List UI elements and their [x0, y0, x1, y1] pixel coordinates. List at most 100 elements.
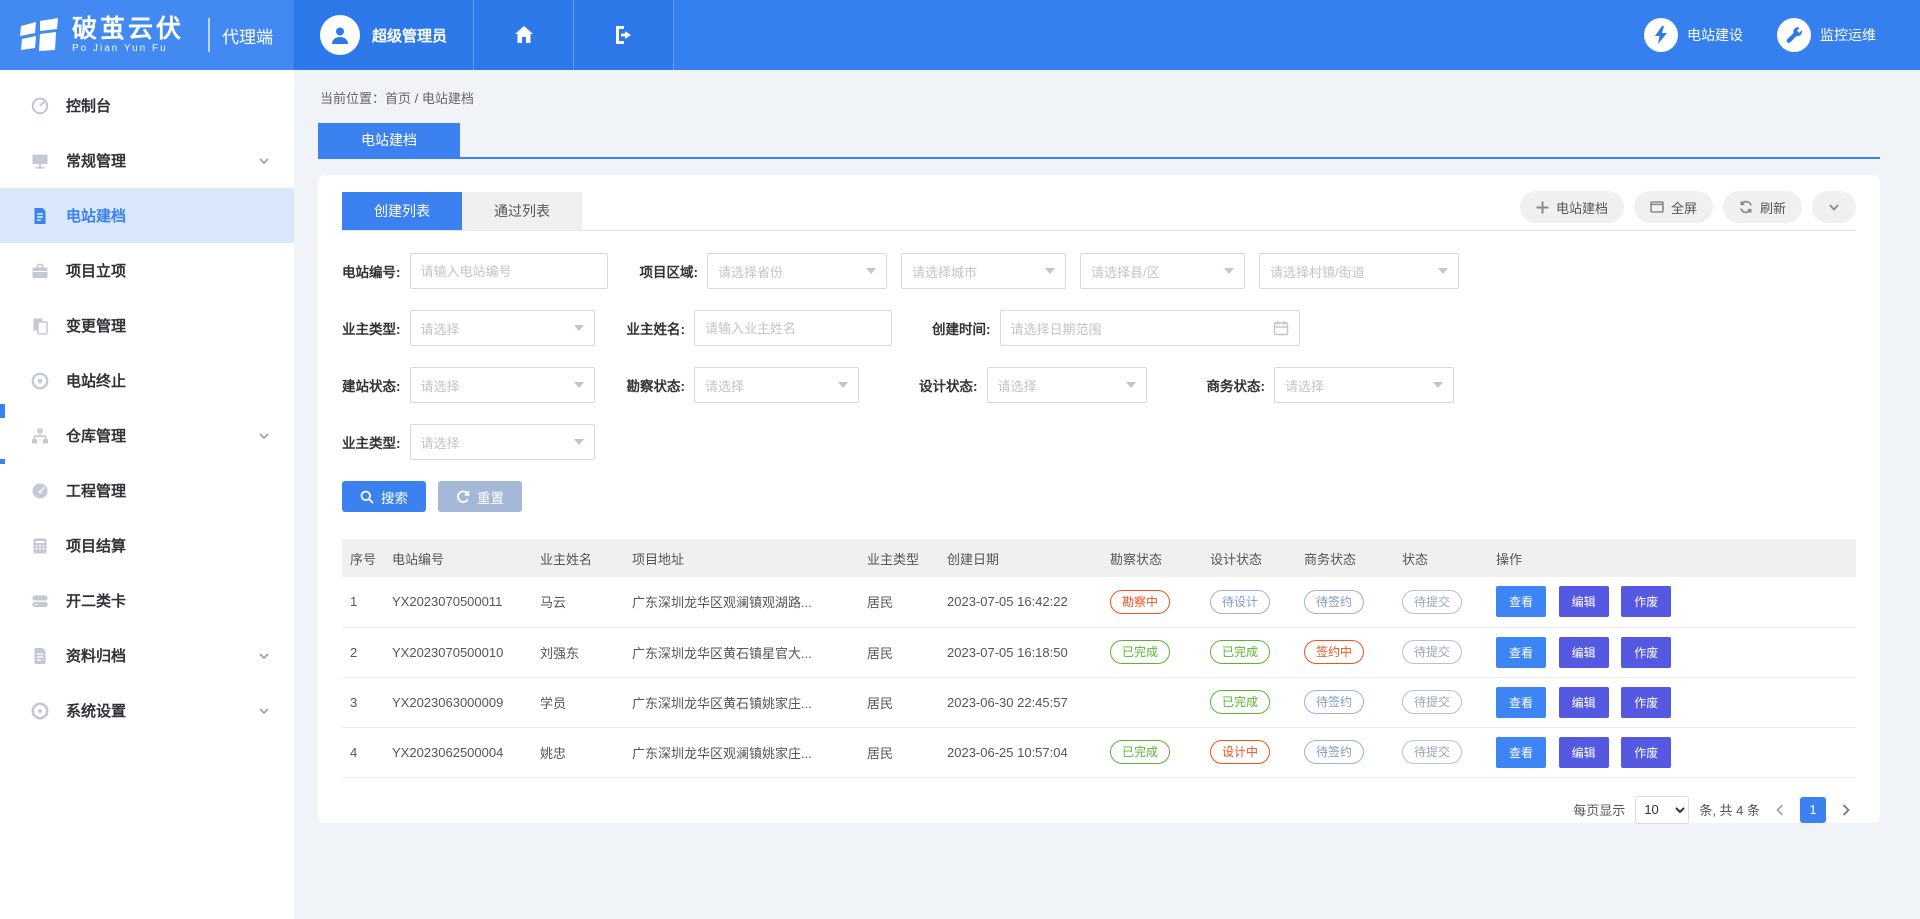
date-range-placeholder: 请选择日期范围 — [1011, 319, 1102, 338]
search-button[interactable]: 搜索 — [342, 481, 426, 512]
build-status-select[interactable]: 请选择 — [410, 367, 595, 403]
sidebar-item-label: 项目立项 — [66, 260, 126, 281]
cell-owner: 姚忠 — [532, 727, 624, 777]
sidebar-item-station-archive[interactable]: 电站建档 — [0, 188, 294, 243]
logout-button[interactable] — [574, 0, 674, 70]
collapse-button[interactable] — [1812, 191, 1856, 223]
survey-status-badge: 勘察中 — [1110, 590, 1170, 614]
reset-button[interactable]: 重置 — [438, 481, 522, 512]
sidebar-scrollbar[interactable] — [0, 404, 5, 418]
sidebar-item-project-settlement[interactable]: 项目结算 — [0, 518, 294, 573]
street-select[interactable]: 请选择村镇/街道 — [1259, 253, 1459, 289]
station-code-input[interactable] — [410, 253, 608, 289]
sidebar-item-engineering-mgmt[interactable]: 工程管理 — [0, 463, 294, 518]
user-icon — [328, 23, 352, 47]
cell-no: 4 — [342, 727, 384, 777]
dashboard-icon — [30, 96, 50, 116]
edit-button[interactable]: 编辑 — [1559, 637, 1609, 668]
district-select[interactable]: 请选择县/区 — [1080, 253, 1245, 289]
sidebar-item-project-initiation[interactable]: 项目立项 — [0, 243, 294, 298]
sidebar-item-label: 仓库管理 — [66, 425, 126, 446]
view-button[interactable]: 查看 — [1496, 586, 1546, 617]
cell-type: 居民 — [859, 577, 939, 627]
view-button[interactable]: 查看 — [1496, 687, 1546, 718]
sidebar-item-console[interactable]: 控制台 — [0, 78, 294, 133]
col-design: 设计状态 — [1202, 539, 1296, 577]
sidebar-item-warehouse-mgmt[interactable]: 仓库管理 — [0, 408, 294, 463]
table-row: 4 YX2023062500004 姚忠 广东深圳龙华区观澜镇姚家庄... 居民… — [342, 727, 1856, 777]
view-button[interactable]: 查看 — [1496, 637, 1546, 668]
select-caret-icon — [574, 382, 584, 388]
cell-created: 2023-06-25 10:57:04 — [939, 727, 1102, 777]
sidebar-item-change-mgmt[interactable]: 变更管理 — [0, 298, 294, 353]
void-button[interactable]: 作废 — [1621, 737, 1671, 768]
business-status-select[interactable]: 请选择 — [1274, 367, 1454, 403]
filter-form: 电站编号: 项目区域: 请选择省份 请选择城市 请选择县/区 请选择村镇/街道 — [342, 253, 1856, 512]
owner-type2-placeholder: 请选择 — [421, 433, 460, 452]
cell-code: YX2023063000009 — [384, 677, 532, 727]
calendar-icon — [1273, 320, 1289, 336]
total-label: 条, 共 4 条 — [1699, 800, 1760, 819]
business-status-badge: 待签约 — [1304, 740, 1364, 764]
view-button[interactable]: 查看 — [1496, 737, 1546, 768]
nav-monitor-ops[interactable]: 监控运维 — [1777, 18, 1876, 52]
date-range-input[interactable]: 请选择日期范围 — [1000, 310, 1300, 346]
province-select[interactable]: 请选择省份 — [707, 253, 887, 289]
edit-button[interactable]: 编辑 — [1559, 586, 1609, 617]
col-status: 状态 — [1394, 539, 1488, 577]
owner-type-select[interactable]: 请选择 — [410, 310, 595, 346]
lightning-icon — [1644, 18, 1678, 52]
plus-icon — [1536, 201, 1549, 214]
city-select[interactable]: 请选择城市 — [901, 253, 1066, 289]
sidebar-item-data-archive[interactable]: 资料归档 — [0, 628, 294, 683]
refresh-icon — [1739, 200, 1753, 214]
page-number[interactable]: 1 — [1800, 797, 1826, 823]
design-status-badge: 待设计 — [1210, 590, 1270, 614]
edit-button[interactable]: 编辑 — [1559, 737, 1609, 768]
user-menu[interactable]: 超级管理员 — [294, 0, 474, 70]
filter-actions: 搜索 重置 — [342, 481, 1856, 512]
breadcrumb: 当前位置：首页 / 电站建档 — [320, 88, 1880, 107]
owner-name-label: 业主姓名: — [627, 318, 686, 338]
sidebar-item-open-card[interactable]: 开二类卡 — [0, 573, 294, 628]
sidebar-item-system-settings[interactable]: 系统设置 — [0, 683, 294, 738]
fullscreen-button[interactable]: 全屏 — [1634, 191, 1713, 223]
page-tab-station-archive[interactable]: 电站建档 — [318, 123, 460, 157]
page-size-select[interactable]: 10 — [1635, 796, 1689, 824]
sidebar-item-station-terminate[interactable]: 电站终止 — [0, 353, 294, 408]
card-toolbar: 电站建档 全屏 刷新 — [1520, 191, 1856, 230]
prev-page-button[interactable] — [1770, 803, 1790, 817]
breadcrumb-path[interactable]: 首页 / 电站建档 — [385, 91, 474, 106]
tab-passed-list[interactable]: 通过列表 — [462, 192, 582, 230]
owner-type2-select[interactable]: 请选择 — [410, 424, 595, 460]
owner-name-input[interactable] — [694, 310, 892, 346]
cell-code: YX2023062500004 — [384, 727, 532, 777]
tab-create-list[interactable]: 创建列表 — [342, 192, 462, 230]
nav-station-build[interactable]: 电站建设 — [1644, 18, 1743, 52]
void-button[interactable]: 作废 — [1621, 637, 1671, 668]
owner-type-label: 业主类型: — [342, 318, 401, 338]
sidebar-scrollbar-2[interactable] — [0, 459, 5, 464]
refresh-button[interactable]: 刷新 — [1723, 191, 1802, 223]
design-status-badge: 已完成 — [1210, 640, 1270, 664]
home-button[interactable] — [474, 0, 574, 70]
archive-icon — [30, 646, 50, 666]
add-station-button[interactable]: 电站建档 — [1520, 191, 1624, 223]
sidebar-item-general-mgmt[interactable]: 常规管理 — [0, 133, 294, 188]
card-icon — [30, 591, 50, 611]
business-status-placeholder: 请选择 — [1285, 376, 1324, 395]
street-placeholder: 请选择村镇/街道 — [1270, 262, 1365, 281]
project-region-label: 项目区域: — [640, 261, 699, 281]
table-row: 3 YX2023063000009 学员 广东深圳龙华区黄石镇姚家庄... 居民… — [342, 677, 1856, 727]
status-badge: 待提交 — [1402, 640, 1462, 664]
void-button[interactable]: 作废 — [1621, 586, 1671, 617]
edit-button[interactable]: 编辑 — [1559, 687, 1609, 718]
next-page-button[interactable] — [1836, 803, 1856, 817]
table-header-row: 序号 电站编号 业主姓名 项目地址 业主类型 创建日期 勘察状态 设计状态 商务… — [342, 539, 1856, 577]
sidebar-item-label: 电站终止 — [66, 370, 126, 391]
sidebar-item-label: 变更管理 — [66, 315, 126, 336]
design-status-select[interactable]: 请选择 — [987, 367, 1147, 403]
survey-status-select[interactable]: 请选择 — [694, 367, 859, 403]
logo[interactable]: 破茧云伏 Po Jian Yun Fu 代理端 — [0, 0, 294, 70]
void-button[interactable]: 作废 — [1621, 687, 1671, 718]
